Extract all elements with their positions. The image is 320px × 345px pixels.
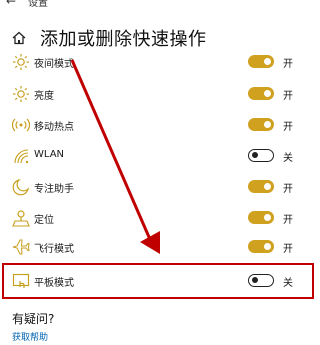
home-icon <box>12 31 26 45</box>
wifi-icon <box>14 149 29 164</box>
brightness-state: 开 <box>283 91 293 102</box>
back-button[interactable]: ← <box>6 0 16 8</box>
airplane-state: 开 <box>283 244 293 255</box>
quick-action-row-mobile-hotspot: 移动热点 开 <box>0 110 316 141</box>
brightness-label: 亮度 <box>34 91 54 102</box>
brightness-icon <box>13 86 29 102</box>
help-question: 有疑问? <box>12 312 55 326</box>
night-light-state: 开 <box>283 59 293 70</box>
airplane-toggle[interactable] <box>248 240 274 253</box>
quick-action-row-wlan: WLAN 关 <box>0 141 316 172</box>
night-light-toggle[interactable] <box>248 55 274 68</box>
focus-assist-label: 专注助手 <box>34 184 74 195</box>
location-label: 定位 <box>34 215 54 226</box>
get-help-link[interactable]: 获取帮助 <box>12 330 48 343</box>
mobile-hotspot-icon <box>12 118 30 132</box>
wlan-state: 关 <box>283 153 293 164</box>
quick-action-row-location: 定位 开 <box>0 203 316 234</box>
title-bar: ← 设置 <box>0 0 316 12</box>
mobile-hotspot-label: 移动热点 <box>34 122 74 133</box>
mobile-hotspot-state: 开 <box>283 122 293 133</box>
brightness-toggle[interactable] <box>248 87 274 100</box>
quick-action-row-airplane: 飞行模式 开 <box>0 232 316 263</box>
night-light-icon <box>13 54 29 70</box>
focus-assist-icon <box>12 178 30 196</box>
wlan-label: WLAN <box>34 149 65 160</box>
wlan-toggle[interactable] <box>248 149 274 162</box>
quick-action-row-night-light: 夜间模式 开 <box>0 47 316 78</box>
location-state: 开 <box>283 215 293 226</box>
airplane-label: 飞行模式 <box>34 244 74 255</box>
location-toggle[interactable] <box>248 211 274 224</box>
quick-action-row-brightness: 亮度 开 <box>0 79 316 110</box>
focus-assist-state: 开 <box>283 184 293 195</box>
night-light-label: 夜间模式 <box>34 59 74 70</box>
highlight-box <box>2 263 314 299</box>
airplane-icon <box>12 239 30 255</box>
mobile-hotspot-toggle[interactable] <box>248 118 274 131</box>
location-icon <box>12 210 30 227</box>
quick-action-row-focus-assist: 专注助手 开 <box>0 172 316 203</box>
focus-assist-toggle[interactable] <box>248 180 274 193</box>
window-title: 设置 <box>28 0 48 9</box>
